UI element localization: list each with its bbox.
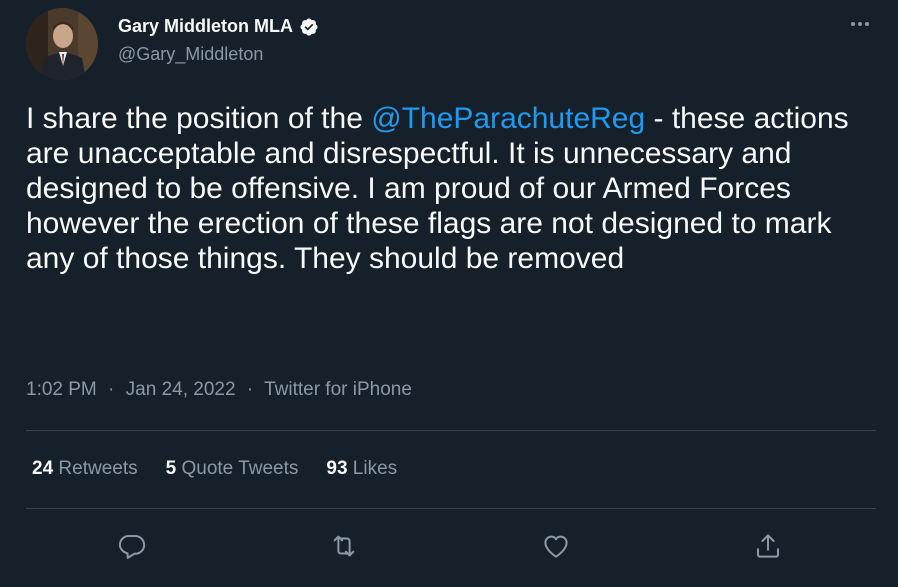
display-name[interactable]: Gary Middleton MLA (118, 16, 293, 37)
tweet-actions (26, 526, 876, 566)
avatar-image (26, 8, 98, 80)
tweet-source[interactable]: Twitter for iPhone (264, 379, 412, 400)
tweet-date[interactable]: Jan 24, 2022 (126, 379, 236, 400)
tweet-header: Gary Middleton MLA @Gary_Middleton (26, 8, 882, 80)
likes-stat[interactable]: 93 Likes (326, 458, 397, 480)
quote-tweets-count: 5 (165, 458, 177, 479)
reply-button[interactable] (112, 526, 152, 566)
author-handle[interactable]: @Gary_Middleton (118, 44, 319, 65)
author-block: Gary Middleton MLA @Gary_Middleton (118, 16, 319, 65)
tweet-meta: 1:02 PM · Jan 24, 2022 · Twitter for iPh… (26, 379, 412, 401)
likes-count: 93 (326, 458, 348, 479)
retweet-icon (333, 535, 355, 557)
more-dot (865, 22, 869, 26)
share-button[interactable] (748, 526, 788, 566)
more-options-icon[interactable] (842, 12, 878, 36)
quote-tweets-stat[interactable]: 5 Quote Tweets (166, 458, 299, 480)
tweet-text-before: I share the position of the (26, 102, 372, 135)
mention-link[interactable]: @TheParachuteReg (371, 102, 645, 135)
tweet-time[interactable]: 1:02 PM (26, 379, 97, 400)
more-dot (851, 22, 855, 26)
likes-label: Likes (352, 458, 398, 479)
tweet-text: I share the position of the @TheParachut… (26, 101, 866, 276)
meta-separator: · (108, 379, 115, 400)
more-dot (858, 22, 862, 26)
tweet-card: Gary Middleton MLA @Gary_Middleton I sha… (0, 0, 898, 587)
verified-badge-icon (300, 17, 318, 36)
divider (26, 508, 876, 509)
like-icon (544, 535, 568, 558)
retweet-button[interactable] (324, 526, 364, 566)
divider (26, 430, 876, 431)
retweets-count: 24 (32, 458, 54, 479)
retweets-stat[interactable]: 24 Retweets (32, 458, 138, 480)
meta-separator: · (246, 379, 254, 400)
reply-icon (118, 535, 146, 559)
quote-tweets-label: Quote Tweets (181, 458, 299, 479)
retweets-label: Retweets (58, 458, 138, 479)
display-name-row: Gary Middleton MLA (118, 16, 319, 37)
tweet-stats: 24 Retweets 5 Quote Tweets 93 Likes (32, 458, 397, 480)
avatar[interactable] (26, 8, 98, 80)
like-button[interactable] (536, 526, 576, 566)
share-icon (757, 534, 779, 558)
